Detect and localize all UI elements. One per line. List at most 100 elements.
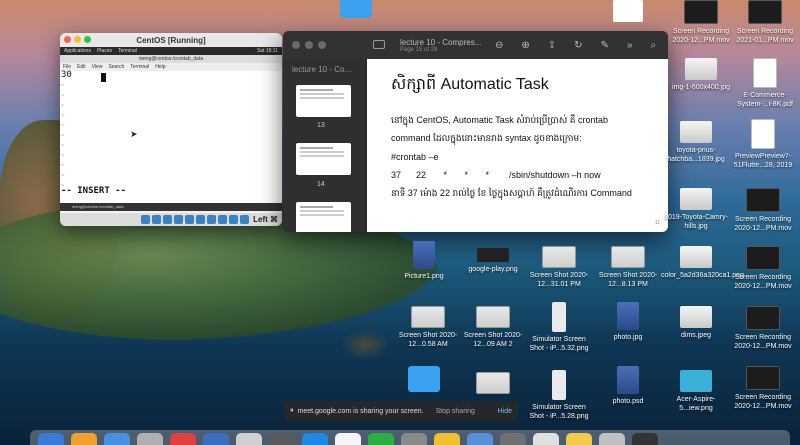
desktop-file-icon[interactable]: Screen Recording 2020-12...PM.mov (728, 188, 798, 233)
dock-app-icon[interactable] (500, 433, 526, 445)
page-thumbnail[interactable] (296, 143, 351, 175)
gnome-applications-menu[interactable]: Applications (64, 48, 91, 54)
vi-tilde: ~ (61, 83, 65, 89)
recording-icon[interactable] (218, 215, 228, 224)
gnome-terminal-menu[interactable]: Terminal (118, 48, 137, 54)
host-key-arrow-icon[interactable] (240, 215, 250, 224)
dock-app-icon[interactable] (599, 433, 625, 445)
dock-app-icon[interactable] (632, 433, 658, 445)
document-page: សិក្សាពី Automatic Task នៅក្នុង CentOS, … (367, 59, 668, 232)
preview-titlebar[interactable]: lecture 10 - Compres... Page 15 of 28 ⊖ … (283, 31, 668, 59)
desktop-file-icon[interactable]: Screen Recording 2020-12...PM.mov (666, 0, 736, 45)
desktop-file-icon[interactable]: Screen Recording 2020-12...PM.mov (728, 366, 798, 411)
gnome-places-menu[interactable]: Places (97, 48, 112, 54)
vi-tilde: ~ (61, 113, 65, 119)
hide-button[interactable]: Hide (498, 408, 512, 415)
dock-app-icon[interactable] (533, 433, 559, 445)
menu-help[interactable]: Help (155, 64, 165, 70)
desktop-file-icon[interactable]: Screen Shot 2020-12...09 AM 2 (458, 306, 528, 349)
minimize-button[interactable] (74, 36, 81, 43)
folder-icon-top[interactable] (340, 0, 372, 18)
dock-app-icon[interactable] (434, 433, 460, 445)
sidebar-toggle-icon[interactable] (373, 40, 385, 49)
dock-app-icon[interactable] (170, 433, 196, 445)
dock-app-icon[interactable] (368, 433, 394, 445)
desktop-file-icon[interactable]: Picture1.png (389, 241, 459, 281)
dock-app-icon[interactable] (236, 433, 262, 445)
zoom-button[interactable] (318, 41, 326, 49)
dock-app-icon[interactable] (566, 433, 592, 445)
desktop-file-icon[interactable]: Acer-Aspire-5...iew.png (661, 370, 731, 413)
page-thumbnail-selected[interactable] (296, 202, 351, 232)
usb-icon[interactable] (185, 215, 195, 224)
display-icon[interactable] (207, 215, 217, 224)
desktop-file-icon[interactable]: E-Commerce-System-...t-8K.pdf (730, 58, 800, 109)
terminal-body[interactable]: 30 ~ ~ ~ ~ ~ ~ ~ ~ ~ ~ ~ (60, 71, 282, 203)
dock-app-icon[interactable] (302, 433, 328, 445)
terminal-title: meng@centos:/crontab_data (60, 55, 282, 63)
zoom-button[interactable] (84, 36, 91, 43)
dock-app-icon[interactable] (401, 433, 427, 445)
dock-app-icon[interactable] (38, 433, 64, 445)
doc-command: #crontab –e (391, 152, 439, 162)
mouse-pointer-icon: ➤ (130, 129, 138, 139)
pause-icon: ⏸ (290, 407, 294, 414)
hard-disk-icon[interactable] (141, 215, 151, 224)
desktop-file-icon[interactable]: google-play.png (458, 248, 528, 274)
audio-icon[interactable] (163, 215, 173, 224)
desktop-file-icon[interactable]: Screen Shot 2020-12...8.13 PM (593, 246, 663, 289)
optical-drive-icon[interactable] (152, 215, 162, 224)
desktop-file-icon[interactable] (458, 372, 528, 397)
page-thumbnail[interactable] (296, 85, 351, 117)
vi-tilde: ~ (61, 103, 65, 109)
dock-app-icon[interactable] (71, 433, 97, 445)
desktop-file-icon[interactable]: color_5a2d36a320ca1.png (661, 246, 744, 280)
zoom-in-icon[interactable]: ⊕ (521, 40, 529, 51)
mouse-integration-icon[interactable] (229, 215, 239, 224)
desktop-file-icon[interactable]: photo.jpg (593, 302, 663, 342)
desktop-file-icon[interactable]: Simulator Screen Shot - iP...5.32.png (524, 302, 594, 353)
desktop-file-icon[interactable]: Screen Recording 2021-01...PM.mov (730, 0, 800, 45)
close-button[interactable] (64, 36, 71, 43)
stop-sharing-button[interactable]: Stop sharing (436, 408, 475, 415)
terminal-taskbar: meng@centos:/crontab_data (60, 203, 282, 211)
desktop-file-icon[interactable]: Screen Shot 2020-12...0.58 AM (393, 306, 463, 349)
zoom-out-icon[interactable]: ⊖ (495, 40, 503, 51)
search-icon[interactable]: ⌕ (651, 40, 657, 51)
preview-window[interactable]: lecture 10 - Compres... Page 15 of 28 ⊖ … (283, 31, 668, 232)
close-button[interactable] (292, 41, 300, 49)
desktop-file-icon[interactable]: img-1-600x400.jpg (666, 58, 736, 92)
dock-app-icon[interactable] (203, 433, 229, 445)
desktop-file-icon[interactable]: PreviewPreview7-51Flutte...28, 2019 (728, 119, 798, 170)
virtualbox-window[interactable]: CentOS [Running] Applications Places Ter… (60, 33, 282, 226)
vm-titlebar[interactable]: CentOS [Running] (60, 33, 282, 47)
desktop-file-icon[interactable]: Screen Recording 2020-12...PM.mov (728, 246, 798, 291)
markup-icon[interactable]: ✎ (601, 40, 609, 51)
dock-app-icon[interactable] (269, 433, 295, 445)
network-icon[interactable] (174, 215, 184, 224)
desktop-file-icon[interactable]: 2019-Toyota-Camry-hills.jpg (661, 188, 731, 231)
desktop-file-icon[interactable]: toyota-prius-hatchba...1839.jpg (661, 121, 731, 164)
adidas-file-icon[interactable] (593, 0, 663, 25)
menu-terminal[interactable]: Terminal (130, 64, 149, 70)
share-icon[interactable]: ⇪ (548, 40, 556, 51)
dock-app-icon[interactable] (104, 433, 130, 445)
menu-search[interactable]: Search (108, 64, 124, 70)
dock-app-icon[interactable] (335, 433, 361, 445)
desktop-file-icon[interactable]: dims.jpeg (661, 306, 731, 340)
menu-view[interactable]: View (92, 64, 103, 70)
menu-edit[interactable]: Edit (77, 64, 86, 70)
document-title: lecture 10 - Compres... (400, 38, 482, 47)
desktop-file-icon[interactable]: Simulator Screen Shot - iP...5.28.png (524, 370, 594, 421)
dock-app-icon[interactable] (137, 433, 163, 445)
desktop-file-icon[interactable]: Screen Recording 2020-12...PM.mov (728, 306, 798, 351)
desktop-folder-icon[interactable] (389, 366, 459, 395)
desktop-file-icon[interactable]: Screen Shot 2020-12...31.01 PM (524, 246, 594, 289)
minimize-button[interactable] (305, 41, 313, 49)
vm-status-toolbar: Left ⌘ (60, 213, 282, 226)
desktop-file-icon[interactable]: photo.psd (593, 366, 663, 406)
more-icon[interactable]: » (627, 40, 633, 51)
dock-app-icon[interactable] (467, 433, 493, 445)
rotate-icon[interactable]: ↻ (574, 40, 582, 51)
shared-folder-icon[interactable] (196, 215, 206, 224)
